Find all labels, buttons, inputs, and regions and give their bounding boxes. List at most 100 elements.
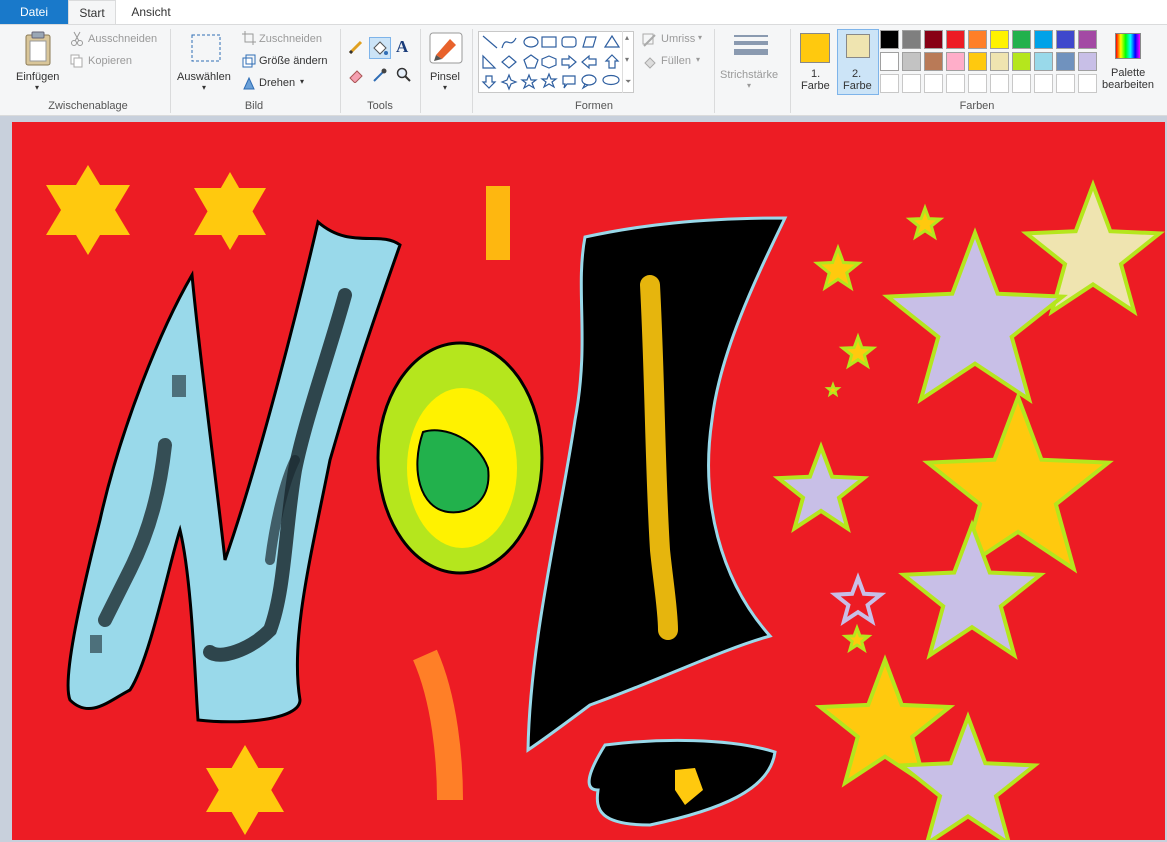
scissors-icon bbox=[71, 31, 83, 46]
fill-icon bbox=[644, 57, 656, 69]
copy-icon bbox=[70, 54, 83, 68]
brush-button[interactable]: Pinsel ▾ bbox=[424, 29, 468, 95]
brush-icon bbox=[429, 32, 463, 64]
select-label: Auswählen bbox=[177, 71, 231, 83]
tab-view[interactable]: Ansicht bbox=[122, 0, 180, 24]
palette-custom-slot[interactable] bbox=[1078, 74, 1097, 93]
color2-button[interactable]: 2. Farbe bbox=[837, 29, 879, 95]
palette-custom-slot[interactable] bbox=[1012, 74, 1031, 93]
text-tool-icon[interactable]: A bbox=[396, 37, 412, 57]
fill-bucket-icon bbox=[373, 41, 388, 55]
edit-colors-label-line1: Palette bbox=[1111, 67, 1146, 79]
color1-swatch bbox=[800, 33, 830, 63]
palette-swatch[interactable] bbox=[880, 30, 899, 49]
outline-button[interactable]: Umriss bbox=[661, 33, 695, 45]
palette-swatch[interactable] bbox=[924, 30, 943, 49]
paste-button[interactable]: Einfügen ▾ bbox=[10, 29, 66, 95]
select-rectangle-icon bbox=[191, 34, 221, 62]
palette-swatch[interactable] bbox=[946, 52, 965, 71]
cut-button[interactable]: Ausschneiden bbox=[88, 33, 157, 45]
palette-swatch[interactable] bbox=[1034, 52, 1053, 71]
fill-button[interactable]: Füllen bbox=[661, 55, 691, 67]
palette-custom-slot[interactable] bbox=[1056, 74, 1075, 93]
shapes-group-label: Formen bbox=[575, 100, 613, 112]
palette-custom-slot[interactable] bbox=[946, 74, 965, 93]
palette-swatch[interactable] bbox=[990, 52, 1009, 71]
palette-swatch[interactable] bbox=[968, 52, 987, 71]
stroke-width-label: Strichstärke bbox=[720, 69, 779, 81]
palette-swatch[interactable] bbox=[946, 30, 965, 49]
palette-custom-slot[interactable] bbox=[880, 74, 899, 93]
crop-icon bbox=[242, 31, 256, 45]
rotate-button[interactable]: Drehen bbox=[259, 77, 295, 89]
scroll-down-icon[interactable]: ▾ bbox=[625, 55, 629, 64]
clipboard-icon bbox=[25, 31, 51, 66]
palette-swatch[interactable] bbox=[1056, 52, 1075, 71]
fill-bucket-button[interactable] bbox=[369, 37, 391, 59]
tab-start[interactable]: Start bbox=[68, 0, 116, 24]
scroll-up-icon[interactable]: ▴ bbox=[625, 33, 629, 42]
brush-dab bbox=[90, 635, 102, 653]
edit-colors-label-line2: bearbeiten bbox=[1102, 79, 1154, 91]
rotate-dropdown-arrow: ▾ bbox=[300, 77, 305, 86]
tools-group-label: Tools bbox=[367, 100, 393, 112]
palette-swatch[interactable] bbox=[1034, 30, 1053, 49]
palette-swatch[interactable] bbox=[990, 30, 1009, 49]
stroke-width-dropdown-arrow: ▾ bbox=[747, 81, 752, 90]
colors-group-label: Farben bbox=[959, 100, 995, 112]
palette-swatch[interactable] bbox=[902, 30, 921, 49]
palette-custom-slot[interactable] bbox=[902, 74, 921, 93]
color2-swatch bbox=[846, 34, 870, 58]
crop-button[interactable]: Zuschneiden bbox=[259, 33, 322, 45]
shapes-scrollbar[interactable]: ▴ ▾ ⏷ bbox=[622, 31, 634, 93]
color-palette bbox=[880, 30, 1100, 96]
stroke-width-icon bbox=[734, 35, 768, 55]
color1-button[interactable]: 1. Farbe bbox=[796, 29, 834, 95]
tab-file[interactable]: Datei bbox=[0, 0, 68, 24]
color1-label-line2: Farbe bbox=[801, 80, 830, 92]
outline-dropdown-arrow: ▾ bbox=[698, 33, 703, 42]
select-button[interactable]: Auswählen ▾ bbox=[176, 29, 236, 95]
ribbon-tabs: Datei Start Ansicht bbox=[0, 0, 1167, 24]
resize-icon bbox=[242, 54, 256, 68]
clipboard-group-label: Zwischenablage bbox=[48, 100, 128, 112]
fill-dropdown-arrow: ▾ bbox=[696, 55, 701, 64]
brush-label: Pinsel bbox=[430, 71, 460, 83]
palette-swatch[interactable] bbox=[1078, 52, 1097, 71]
select-dropdown-arrow: ▾ bbox=[202, 83, 207, 92]
palette-custom-slot[interactable] bbox=[924, 74, 943, 93]
brush-dab bbox=[172, 375, 186, 397]
palette-swatch[interactable] bbox=[1012, 52, 1031, 71]
ribbon: Einfügen ▾ Ausschneiden Kopieren Zwische… bbox=[0, 24, 1167, 116]
copy-button[interactable]: Kopieren bbox=[88, 55, 132, 67]
palette-custom-slot[interactable] bbox=[1034, 74, 1053, 93]
gallery-expand-icon[interactable]: ⏷ bbox=[625, 77, 631, 87]
magnifier-icon[interactable] bbox=[396, 67, 412, 83]
palette-custom-slot[interactable] bbox=[990, 74, 1009, 93]
palette-swatch[interactable] bbox=[880, 52, 899, 71]
resize-button[interactable]: Größe ändern bbox=[259, 55, 327, 67]
color2-label-line1: 2. bbox=[852, 68, 862, 80]
textured-yellow-bar bbox=[486, 186, 510, 260]
pencil-icon[interactable] bbox=[348, 39, 364, 55]
palette-swatch[interactable] bbox=[1056, 30, 1075, 49]
palette-swatch[interactable] bbox=[1078, 30, 1097, 49]
palette-swatch[interactable] bbox=[968, 30, 987, 49]
outline-icon bbox=[642, 33, 656, 47]
paste-dropdown-arrow: ▾ bbox=[35, 83, 40, 92]
color2-label-line2: Farbe bbox=[843, 80, 872, 92]
palette-swatch[interactable] bbox=[924, 52, 943, 71]
edit-colors-button[interactable]: Palette bearbeiten bbox=[1101, 29, 1161, 95]
color1-label-line1: 1. bbox=[811, 68, 821, 80]
shapes-gallery[interactable] bbox=[478, 31, 634, 93]
stroke-width-button[interactable]: Strichstärke ▾ bbox=[718, 29, 784, 95]
palette-swatch[interactable] bbox=[902, 52, 921, 71]
rainbow-palette-icon bbox=[1115, 33, 1141, 59]
canvas-drawing bbox=[12, 122, 1165, 840]
drawing-canvas[interactable] bbox=[12, 122, 1165, 840]
color-picker-icon[interactable] bbox=[372, 67, 388, 83]
palette-swatch[interactable] bbox=[1012, 30, 1031, 49]
palette-custom-slot[interactable] bbox=[968, 74, 987, 93]
rotate-icon bbox=[243, 76, 255, 90]
eraser-icon[interactable] bbox=[348, 67, 364, 83]
